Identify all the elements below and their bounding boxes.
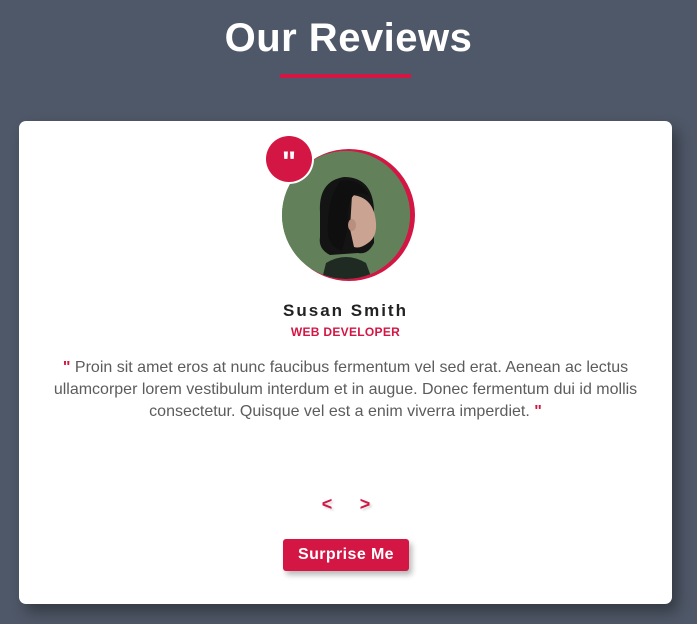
prev-button[interactable]: <: [316, 491, 338, 517]
review-card: " Susan Smith web developer " Proin sit …: [19, 121, 672, 604]
next-button[interactable]: >: [354, 491, 376, 517]
review-text: Proin sit amet eros at nunc faucibus fer…: [53, 359, 638, 420]
surprise-me-button[interactable]: Surprise Me: [283, 539, 409, 571]
title-underline: [280, 74, 411, 78]
reviewer-job: web developer: [290, 325, 401, 339]
review-text-block: " Proin sit amet eros at nunc faucibus f…: [41, 357, 650, 423]
reviewer-name: Susan Smith: [283, 301, 408, 320]
quote-icon: ": [266, 136, 312, 182]
page-title: Our Reviews: [224, 16, 473, 60]
quote-close-mark: ": [534, 403, 542, 420]
